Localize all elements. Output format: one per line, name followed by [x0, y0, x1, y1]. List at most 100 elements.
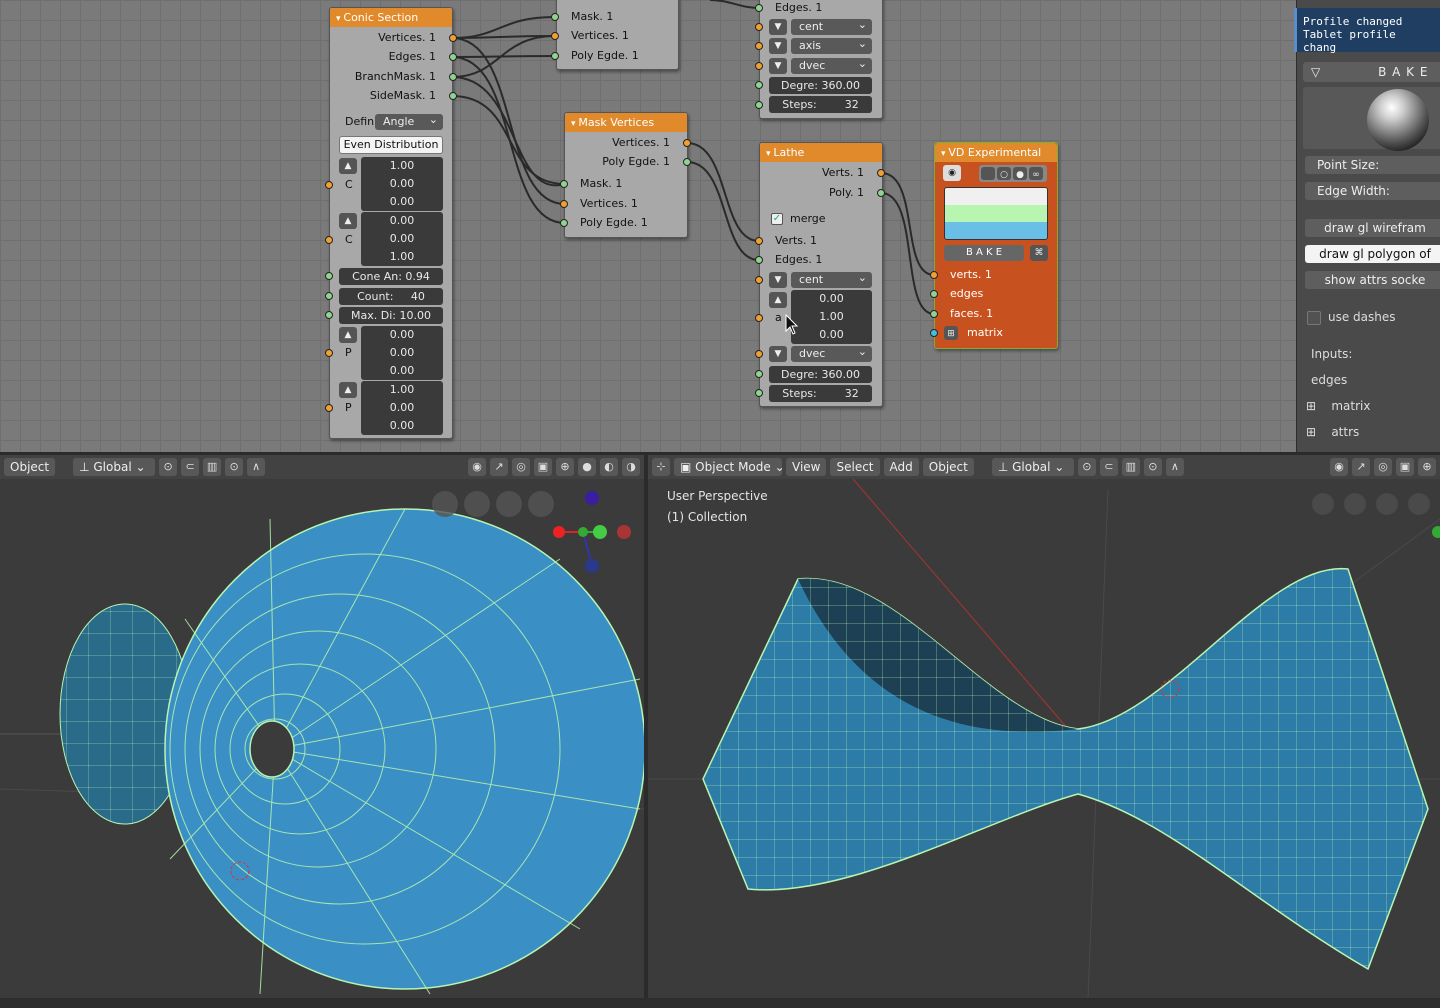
value[interactable]: 0.00	[361, 175, 443, 193]
socket[interactable]	[755, 42, 763, 50]
wireframe-shading-icon[interactable]: ⊕	[556, 458, 574, 476]
socket[interactable]	[449, 92, 457, 100]
axis-vector-field[interactable]: 0.00 1.00 0.00	[791, 290, 872, 344]
value[interactable]: 1.00	[361, 381, 443, 399]
falloff-icon[interactable]: ∧	[1165, 458, 1184, 476]
triangle-down-icon[interactable]: ▽	[1311, 65, 1320, 79]
snap-icon[interactable]: ⊂	[1099, 458, 1118, 476]
socket[interactable]	[755, 23, 763, 31]
socket[interactable]	[877, 189, 885, 197]
navigation-gizmo[interactable]	[1312, 493, 1440, 538]
socket[interactable]	[930, 310, 938, 318]
editor-type-icon[interactable]: ⊹	[652, 458, 670, 476]
socket[interactable]	[755, 370, 763, 378]
visibility-icon[interactable]: ◉	[1330, 458, 1348, 476]
value[interactable]: 0.00	[361, 362, 443, 380]
vertex-icon[interactable]	[981, 167, 995, 180]
object-mode-dropdown[interactable]: ▣ Object Mode ⌄	[674, 458, 785, 476]
eye-icon[interactable]: ◉	[943, 165, 961, 181]
socket[interactable]	[560, 200, 568, 208]
vector-field-p1[interactable]: 0.00 0.00 0.00	[361, 326, 443, 380]
value[interactable]: 1.00	[361, 157, 443, 175]
falloff-icon[interactable]: ∧	[247, 458, 266, 476]
even-distribution-button[interactable]: Even Distribution	[339, 136, 443, 154]
socket[interactable]	[755, 350, 763, 358]
overlay-icon[interactable]: ◎	[512, 458, 530, 476]
gizmo-icon[interactable]: ↗	[490, 458, 508, 476]
visibility-icon[interactable]: ◉	[468, 458, 486, 476]
value[interactable]: 0.00	[361, 230, 443, 248]
socket[interactable]	[560, 219, 568, 227]
menu-add[interactable]: Add	[883, 458, 919, 476]
draw-gl-polygon-button[interactable]: draw gl polygon of	[1305, 245, 1440, 263]
degree-field[interactable]: Degre: 360.00	[769, 77, 872, 94]
value[interactable]: 0.00	[361, 193, 443, 211]
value[interactable]: 0.00	[361, 212, 443, 230]
value[interactable]: 0.00	[361, 344, 443, 362]
collapse-icon[interactable]: ▲	[339, 213, 357, 229]
socket[interactable]	[755, 389, 763, 397]
bake-row[interactable]: ▽ B A K E	[1303, 62, 1440, 82]
show-attrs-socket-button[interactable]: show attrs socke	[1305, 271, 1440, 289]
edge-color-swatch[interactable]	[945, 205, 1047, 222]
wireframe-shading-icon[interactable]: ⊕	[1418, 458, 1436, 476]
steps-value[interactable]: 32	[845, 387, 859, 400]
socket[interactable]	[755, 81, 763, 89]
value[interactable]: 0.00	[791, 326, 872, 344]
draw-gl-wireframe-button[interactable]: draw gl wirefram	[1305, 219, 1440, 237]
socket[interactable]	[449, 53, 457, 61]
socket[interactable]	[755, 101, 763, 109]
edge-icon[interactable]: ○	[997, 167, 1011, 180]
collapse-icon[interactable]: ▲	[339, 158, 357, 174]
snap-icon[interactable]: ⊂	[181, 458, 200, 476]
chevron-down-icon[interactable]: ▼	[769, 272, 787, 288]
socket[interactable]	[551, 52, 559, 60]
socket[interactable]	[683, 139, 691, 147]
face-color-swatch[interactable]	[945, 222, 1047, 239]
count-field[interactable]: Count: 40	[339, 288, 443, 305]
vector-field-2[interactable]: 0.00 0.00 1.00	[361, 212, 443, 266]
vertex-color-swatch[interactable]	[945, 188, 1047, 205]
steps-field[interactable]: Steps: 32	[769, 385, 872, 402]
dvec-dropdown[interactable]: dvec	[791, 56, 872, 74]
vector-field-1[interactable]: 1.00 0.00 0.00	[361, 157, 443, 211]
socket[interactable]	[755, 256, 763, 264]
degree-field[interactable]: Degre: 360.00	[769, 366, 872, 383]
collapse-icon[interactable]: ▲	[339, 382, 357, 398]
vector-field-p2[interactable]: 1.00 0.00 0.00	[361, 381, 443, 435]
value[interactable]: 0.00	[361, 399, 443, 417]
chevron-down-icon[interactable]: ▼	[769, 19, 787, 35]
socket[interactable]	[930, 271, 938, 279]
proportional-edit-icon[interactable]: ⊙	[1143, 458, 1162, 476]
socket[interactable]	[877, 169, 885, 177]
socket[interactable]	[755, 237, 763, 245]
value[interactable]: 0.00	[361, 326, 443, 344]
socket[interactable]	[325, 349, 333, 357]
pivot-icon[interactable]: ⊙	[1077, 458, 1096, 476]
xray-icon[interactable]: ▣	[534, 458, 552, 476]
socket[interactable]	[551, 13, 559, 21]
collapse-icon[interactable]: ▲	[339, 327, 357, 343]
defin-dropdown[interactable]: Angle	[375, 112, 443, 130]
color-swatches[interactable]	[944, 187, 1048, 240]
proportional-edit-icon[interactable]: ⊙	[225, 458, 244, 476]
viewport-left[interactable]	[0, 479, 644, 998]
overlay-icon[interactable]: ◎	[1374, 458, 1392, 476]
edge-width-field[interactable]: Edge Width:	[1305, 182, 1440, 200]
material-shading-icon[interactable]: ◐	[600, 458, 618, 476]
socket[interactable]	[325, 181, 333, 189]
socket[interactable]	[755, 276, 763, 284]
cone-angle-field[interactable]: Cone An: 0.94	[339, 268, 443, 285]
socket[interactable]	[755, 62, 763, 70]
socket[interactable]	[683, 158, 691, 166]
value[interactable]: 0.00	[791, 290, 872, 308]
dvec-dropdown[interactable]: dvec	[791, 344, 872, 362]
axis-dropdown[interactable]: axis	[791, 36, 872, 54]
cent-dropdown[interactable]: cent	[791, 270, 872, 288]
merge-checkbox[interactable]: ✓	[771, 213, 783, 225]
xray-icon[interactable]: ▣	[1396, 458, 1414, 476]
value[interactable]: 1.00	[361, 248, 443, 266]
value[interactable]: 0.00	[361, 417, 443, 435]
menu-view[interactable]: View	[786, 458, 827, 476]
pivot-icon[interactable]: ⊙	[159, 458, 178, 476]
